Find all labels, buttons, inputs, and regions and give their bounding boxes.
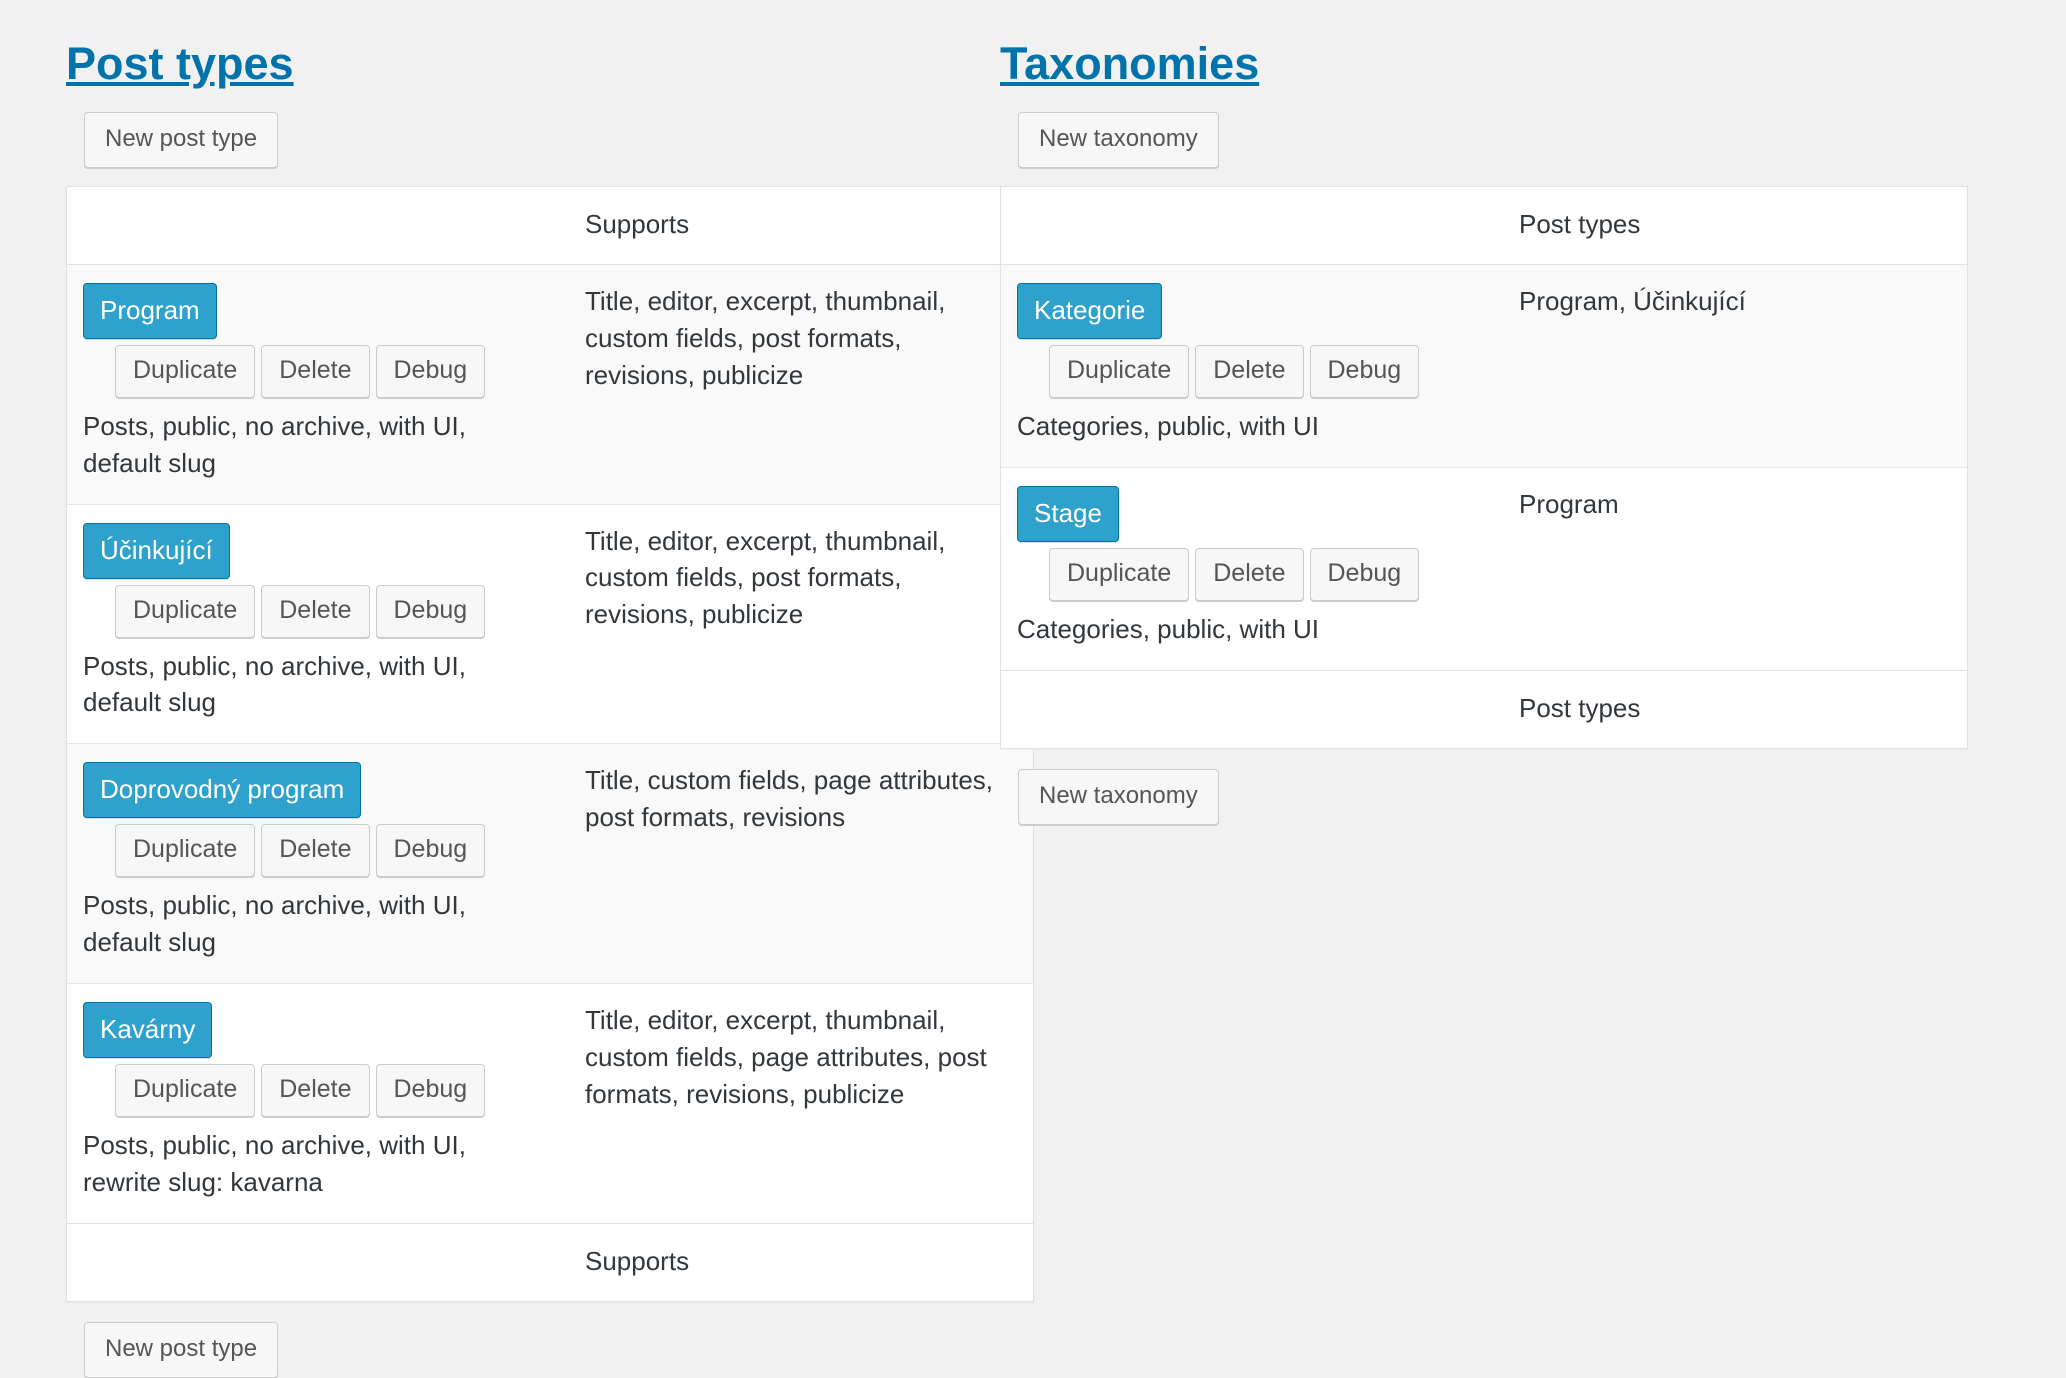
post-types-footer-name [67, 1223, 569, 1301]
post-types-footer-supports: Supports [569, 1223, 1033, 1301]
post-type-badge[interactable]: Kavárny [83, 1002, 213, 1059]
taxonomies-column: Taxonomies New taxonomy Post types Kateg… [1000, 0, 2040, 825]
admin-page: Post types New post type Supports Progra… [0, 0, 2066, 1378]
taxonomies-header-name [1001, 186, 1503, 265]
post-type-supports: Title, editor, excerpt, thumbnail, custo… [585, 525, 946, 630]
post-type-description: Posts, public, no archive, with UI, defa… [83, 890, 466, 958]
post-type-description: Posts, public, no archive, with UI, defa… [83, 650, 466, 718]
taxonomies-header-post-types: Post types [1503, 186, 1967, 265]
taxonomy-post-types-cell: Program, Účinkující [1503, 264, 1967, 468]
post-types-tfoot: Supports [67, 1223, 1033, 1301]
taxonomies-footer-row: Post types [1001, 669, 1967, 748]
new-post-type-button-top[interactable]: New post type [84, 111, 279, 168]
post-types-heading[interactable]: Post types [66, 38, 294, 90]
post-types-footer-row: Supports [67, 1223, 1033, 1301]
table-row: Program Duplicate Delete Debug Posts, pu… [67, 264, 1033, 505]
post-type-name-cell: Doprovodný program Duplicate Delete Debu… [67, 744, 569, 985]
post-type-name-cell: Kavárny Duplicate Delete Debug Posts, pu… [67, 984, 569, 1223]
post-type-badge[interactable]: Program [83, 282, 217, 339]
taxonomies-heading[interactable]: Taxonomies [1000, 38, 1259, 90]
post-types-header-supports: Supports [569, 186, 1033, 265]
row-actions: Duplicate Delete Debug [115, 584, 553, 638]
post-types-column: Post types New post type Supports Progra… [0, 0, 1034, 1378]
table-row: Stage Duplicate Delete Debug Categories,… [1001, 468, 1967, 670]
post-types-tbody: Program Duplicate Delete Debug Posts, pu… [67, 264, 1033, 1223]
row-actions: Duplicate Delete Debug [115, 1064, 553, 1118]
new-taxonomy-top-wrap: New taxonomy [1018, 111, 2040, 168]
table-row: Doprovodný program Duplicate Delete Debu… [67, 744, 1033, 985]
taxonomy-post-types: Program [1519, 488, 1619, 519]
duplicate-button[interactable]: Duplicate [115, 584, 256, 638]
duplicate-button[interactable]: Duplicate [1049, 344, 1190, 398]
taxonomy-name-cell: Kategorie Duplicate Delete Debug Categor… [1001, 264, 1503, 468]
post-types-header-name [67, 186, 569, 265]
post-type-description: Posts, public, no archive, with UI, rewr… [83, 1130, 466, 1198]
taxonomy-post-types-cell: Program [1503, 468, 1967, 670]
debug-button[interactable]: Debug [375, 824, 486, 878]
taxonomies-footer-post-types: Post types [1503, 669, 1967, 748]
post-type-badge[interactable]: Účinkující [83, 522, 230, 579]
post-type-supports-cell: Title, editor, excerpt, thumbnail, custo… [569, 505, 1033, 745]
post-type-supports: Title, editor, excerpt, thumbnail, custo… [585, 1005, 987, 1109]
post-type-supports-cell: Title, custom fields, page attributes, p… [569, 744, 1033, 985]
post-type-supports-cell: Title, editor, excerpt, thumbnail, custo… [569, 984, 1033, 1223]
duplicate-button[interactable]: Duplicate [115, 344, 256, 398]
row-actions: Duplicate Delete Debug [1049, 547, 1487, 601]
delete-button[interactable]: Delete [261, 344, 370, 398]
table-row: Kavárny Duplicate Delete Debug Posts, pu… [67, 984, 1033, 1223]
post-types-header-row: Supports [67, 186, 1033, 265]
taxonomy-badge[interactable]: Kategorie [1017, 282, 1163, 339]
post-type-name-cell: Účinkující Duplicate Delete Debug Posts,… [67, 505, 569, 745]
debug-button[interactable]: Debug [375, 584, 486, 638]
debug-button[interactable]: Debug [375, 344, 486, 398]
new-taxonomy-button-top[interactable]: New taxonomy [1018, 111, 1219, 168]
debug-button[interactable]: Debug [375, 1064, 486, 1118]
row-actions: Duplicate Delete Debug [115, 344, 553, 398]
taxonomy-post-types: Program, Účinkující [1519, 285, 1746, 316]
post-type-supports-cell: Title, editor, excerpt, thumbnail, custo… [569, 264, 1033, 505]
row-actions: Duplicate Delete Debug [1049, 344, 1487, 398]
duplicate-button[interactable]: Duplicate [115, 1064, 256, 1118]
delete-button[interactable]: Delete [261, 1064, 370, 1118]
debug-button[interactable]: Debug [1309, 547, 1420, 601]
taxonomies-footer-name [1001, 669, 1503, 748]
delete-button[interactable]: Delete [1195, 344, 1304, 398]
taxonomy-badge[interactable]: Stage [1017, 485, 1119, 542]
new-taxonomy-bottom-wrap: New taxonomy [1018, 768, 2040, 825]
post-type-supports: Title, custom fields, page attributes, p… [585, 765, 994, 833]
debug-button[interactable]: Debug [1309, 344, 1420, 398]
row-actions: Duplicate Delete Debug [115, 824, 553, 878]
duplicate-button[interactable]: Duplicate [115, 824, 256, 878]
taxonomies-tfoot: Post types [1001, 669, 1967, 748]
new-taxonomy-button-bottom[interactable]: New taxonomy [1018, 768, 1219, 825]
post-type-supports: Title, editor, excerpt, thumbnail, custo… [585, 285, 946, 390]
delete-button[interactable]: Delete [261, 584, 370, 638]
taxonomies-tbody: Kategorie Duplicate Delete Debug Categor… [1001, 264, 1967, 670]
new-post-type-top-wrap: New post type [84, 111, 1000, 168]
delete-button[interactable]: Delete [261, 824, 370, 878]
post-type-name-cell: Program Duplicate Delete Debug Posts, pu… [67, 264, 569, 505]
delete-button[interactable]: Delete [1195, 547, 1304, 601]
taxonomy-description: Categories, public, with UI [1017, 410, 1320, 441]
table-row: Účinkující Duplicate Delete Debug Posts,… [67, 505, 1033, 745]
post-type-description: Posts, public, no archive, with UI, defa… [83, 410, 466, 478]
duplicate-button[interactable]: Duplicate [1049, 547, 1190, 601]
taxonomy-description: Categories, public, with UI [1017, 613, 1320, 644]
post-types-table: Supports Program Duplicate Delete Debug … [66, 185, 1034, 1302]
post-types-thead: Supports [67, 186, 1033, 265]
taxonomies-table: Post types Kategorie Duplicate Delete De… [1000, 185, 1968, 749]
post-type-badge[interactable]: Doprovodný program [83, 762, 362, 819]
new-post-type-button-bottom[interactable]: New post type [84, 1322, 279, 1378]
taxonomy-name-cell: Stage Duplicate Delete Debug Categories,… [1001, 468, 1503, 670]
new-post-type-bottom-wrap: New post type [84, 1322, 1000, 1378]
taxonomies-header-row: Post types [1001, 186, 1967, 265]
taxonomies-thead: Post types [1001, 186, 1967, 265]
table-row: Kategorie Duplicate Delete Debug Categor… [1001, 264, 1967, 468]
